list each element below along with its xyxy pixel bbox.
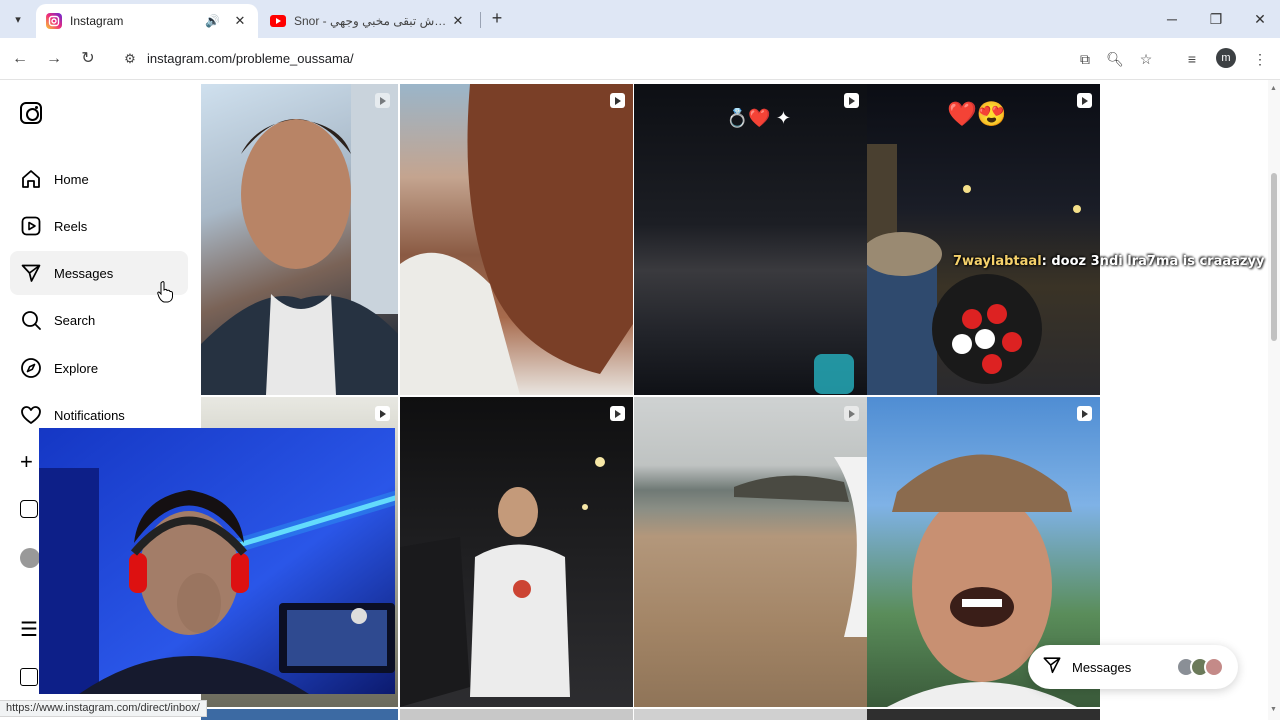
- post-tile[interactable]: [201, 709, 398, 720]
- instagram-logo-icon[interactable]: [20, 102, 42, 124]
- messages-icon: [1042, 655, 1062, 680]
- tab-title: Snor - ش لاش تبقى مخبي وجهي: [294, 14, 450, 28]
- recent-chats-avatars: [1176, 657, 1224, 677]
- post-image: [734, 457, 867, 637]
- address-bar[interactable]: ⚙ instagram.com/probleme_oussama/: [110, 43, 1178, 75]
- close-tab-icon[interactable]: ✕: [450, 13, 466, 29]
- post-tile[interactable]: [634, 709, 867, 720]
- sidebar-item-label: Notifications: [54, 407, 125, 423]
- sidebar-item-reels[interactable]: Reels: [10, 204, 188, 248]
- sidebar-item-label: Messages: [54, 265, 114, 281]
- webcam-image: [39, 428, 395, 694]
- minimize-button[interactable]: ─: [1152, 6, 1192, 32]
- page-scrollbar[interactable]: ▲ ▼: [1268, 80, 1280, 720]
- home-icon: [20, 168, 42, 190]
- pin-icon: [375, 93, 390, 108]
- post-tile[interactable]: ❤️😍: [867, 84, 1100, 395]
- heart-icon: [20, 404, 42, 426]
- link-status-bar: https://www.instagram.com/direct/inbox/: [0, 700, 207, 717]
- profile-avatar-icon[interactable]: [20, 548, 40, 568]
- tab-instagram[interactable]: Instagram 🔊 ✕: [36, 4, 258, 38]
- reload-button[interactable]: ↻: [76, 47, 100, 71]
- reel-icon: [844, 93, 859, 108]
- tab-title: Instagram: [70, 14, 124, 28]
- restore-button[interactable]: ❐: [1196, 6, 1236, 32]
- post-image: [400, 457, 605, 707]
- sidebar-item-label: Reels: [54, 218, 88, 234]
- post-overlay-text: 💍❤️ ✦: [726, 108, 791, 128]
- post-tile[interactable]: [400, 709, 633, 720]
- sidebar-item-search[interactable]: Search: [10, 298, 188, 342]
- sidebar-item-home[interactable]: Home: [10, 157, 188, 201]
- stream-chat-message: 7waylabtaal : dooz 3ndi lra7ma is craaaz…: [947, 250, 1270, 272]
- close-window-button[interactable]: ✕: [1240, 6, 1280, 32]
- instagram-favicon-icon: [46, 13, 62, 29]
- webcam-overlay: [39, 428, 395, 694]
- post-tile[interactable]: [634, 397, 867, 707]
- profile-avatar[interactable]: m: [1216, 48, 1236, 68]
- sidebar-item-explore[interactable]: Explore: [10, 346, 188, 390]
- search-icon: [20, 309, 42, 331]
- forward-button[interactable]: →: [42, 47, 66, 71]
- post-tile[interactable]: 💍❤️ ✦: [634, 84, 867, 395]
- post-tile[interactable]: [867, 709, 1100, 720]
- chat-text: : dooz 3ndi lra7ma is craaazyy: [1041, 253, 1265, 269]
- reels-icon: [20, 215, 42, 237]
- post-tile[interactable]: [400, 84, 633, 395]
- reel-icon: [610, 406, 625, 421]
- post-image: [400, 84, 633, 395]
- back-button[interactable]: ←: [8, 47, 32, 71]
- scroll-up-icon[interactable]: ▲: [1270, 85, 1277, 92]
- tab-search-button[interactable]: ▾: [6, 7, 30, 31]
- chat-username: 7waylabtaal: [953, 253, 1042, 269]
- youtube-favicon-icon: [270, 15, 286, 27]
- post-image: [201, 84, 398, 395]
- scroll-down-icon[interactable]: ▼: [1270, 706, 1277, 713]
- tab-youtube[interactable]: Snor - ش لاش تبقى مخبي وجهي ✕: [260, 4, 476, 38]
- new-tab-button[interactable]: +: [486, 8, 508, 30]
- hand-cursor-icon: [157, 281, 173, 303]
- sidebar-item-label: Search: [54, 312, 96, 328]
- messages-icon: [20, 262, 42, 284]
- post-tile[interactable]: [400, 397, 633, 707]
- sidebar-item-label: Home: [54, 171, 89, 187]
- reel-icon: [844, 406, 859, 421]
- browser-toolbar: ← → ↻ ⚙ instagram.com/probleme_oussama/ …: [0, 38, 1280, 80]
- post-tile[interactable]: [201, 84, 398, 395]
- install-app-icon[interactable]: ⧉: [1073, 47, 1097, 71]
- reel-icon: [610, 93, 625, 108]
- media-controls-icon[interactable]: ≡: [1180, 47, 1204, 71]
- zoom-icon[interactable]: 🔍︎: [1103, 47, 1127, 71]
- scroll-thumb[interactable]: [1271, 173, 1277, 341]
- menu-kebab-icon[interactable]: ⋮: [1248, 47, 1272, 71]
- create-icon[interactable]: +: [20, 451, 33, 473]
- close-tab-icon[interactable]: ✕: [232, 13, 248, 29]
- post-overlay-text: ❤️😍: [947, 101, 1007, 128]
- bookmark-star-icon[interactable]: ☆: [1134, 47, 1158, 71]
- sidebar-item-label: Explore: [54, 360, 99, 376]
- speaker-icon[interactable]: 🔊: [205, 14, 220, 28]
- messages-label: Messages: [1072, 659, 1132, 675]
- explore-icon: [20, 357, 42, 379]
- site-info-icon[interactable]: ⚙: [120, 49, 140, 69]
- tab-separator: [480, 12, 481, 28]
- tab-strip: ▾ Instagram 🔊 ✕ Snor - ش لاش تبقى مخبي و…: [0, 0, 1280, 38]
- more-menu-icon[interactable]: ☰: [20, 620, 38, 640]
- post-image: [867, 144, 1081, 395]
- url-text[interactable]: instagram.com/probleme_oussama/: [147, 51, 354, 66]
- post-image-detail: [814, 354, 854, 394]
- messages-floating-button[interactable]: Messages: [1028, 645, 1238, 689]
- reel-icon: [375, 406, 390, 421]
- also-from-meta-icon[interactable]: [20, 668, 38, 686]
- reel-icon: [1077, 93, 1092, 108]
- dashboard-icon[interactable]: [20, 500, 38, 518]
- avatar: [1204, 657, 1224, 677]
- reel-icon: [1077, 406, 1092, 421]
